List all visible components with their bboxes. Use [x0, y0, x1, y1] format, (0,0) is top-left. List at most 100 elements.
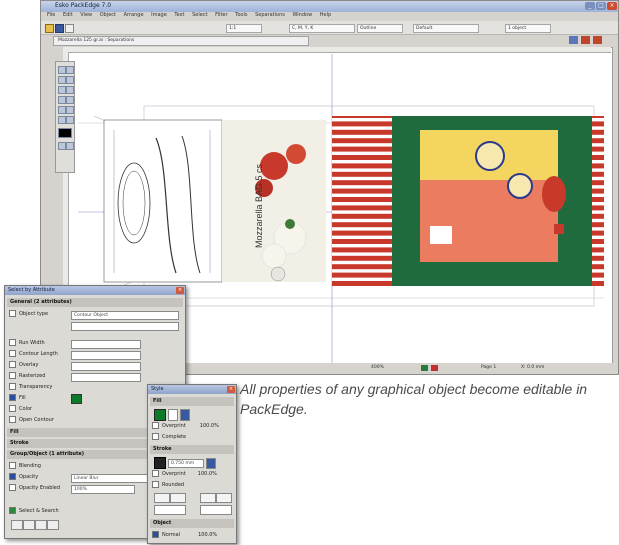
object-type-extra[interactable] — [71, 322, 179, 331]
nav-prev-icon[interactable] — [421, 365, 428, 371]
attribute-checkbox[interactable] — [9, 361, 16, 368]
text-tool-icon[interactable] — [66, 76, 74, 84]
stripe — [592, 134, 604, 139]
menu-view[interactable]: View — [80, 12, 92, 18]
attribute-checkbox[interactable] — [9, 416, 16, 423]
rectangle-tool-icon[interactable] — [58, 86, 66, 94]
stroke-overprint-checkbox[interactable] — [152, 470, 159, 477]
print-icon[interactable] — [65, 24, 74, 33]
close-button[interactable]: × — [607, 2, 617, 10]
style-section-fill: Fill — [150, 397, 234, 406]
menu-select[interactable]: Select — [192, 12, 207, 18]
stripe — [592, 269, 604, 273]
stroke-swatch[interactable] — [154, 457, 166, 469]
opacity-enabled-checkbox[interactable] — [9, 484, 16, 491]
nav-last-button[interactable] — [47, 520, 59, 530]
attribute-field[interactable] — [71, 362, 141, 371]
attribute-field[interactable] — [71, 373, 141, 382]
miter-limit-field[interactable] — [154, 505, 186, 515]
stripe — [592, 126, 604, 130]
menu-arrange[interactable]: Arrange — [124, 12, 144, 18]
view-mode-icon[interactable] — [569, 36, 578, 44]
rotate-tool-icon[interactable] — [58, 96, 66, 104]
stripe — [332, 244, 392, 248]
stroke-width-field[interactable]: 0.750 mm — [168, 459, 204, 468]
mode-select[interactable]: Outline — [357, 24, 403, 33]
dash-field[interactable] — [200, 505, 232, 515]
separations-tool-icon[interactable] — [66, 142, 74, 150]
opacity-amount-field[interactable]: 100% — [71, 485, 135, 494]
document-tab[interactable]: Mozzarella 125 gr.ai : Separations — [53, 36, 309, 46]
menu-window[interactable]: Window — [292, 12, 312, 18]
fill-gradient-icon[interactable] — [180, 409, 190, 421]
select-search-icon[interactable] — [9, 507, 16, 514]
attribute-checkbox[interactable] — [9, 339, 16, 346]
palette-close-button[interactable]: × — [227, 386, 235, 393]
zoom-field[interactable]: 1:1 — [226, 24, 262, 33]
menu-filter[interactable]: Filter — [215, 12, 227, 18]
maximize-button[interactable]: □ — [596, 2, 606, 10]
menu-image[interactable]: Image — [151, 12, 167, 18]
stripe — [332, 227, 392, 231]
ellipse-tool-icon[interactable] — [66, 86, 74, 94]
attribute-checkbox[interactable] — [9, 383, 16, 390]
object-type-checkbox[interactable] — [9, 310, 16, 317]
scale-tool-icon[interactable] — [66, 96, 74, 104]
stroke-style-icon[interactable] — [206, 458, 216, 469]
save-icon[interactable] — [55, 24, 64, 33]
nav-prev-button[interactable] — [23, 520, 35, 530]
menu-tools[interactable]: Tools — [235, 12, 247, 18]
select-tool-icon[interactable] — [58, 66, 66, 74]
section-general: General (2 attributes) — [7, 298, 183, 307]
stripe — [332, 252, 392, 256]
fill-overprint-checkbox[interactable] — [152, 422, 159, 429]
stroke-rounded-checkbox[interactable] — [152, 481, 159, 488]
direct-select-tool-icon[interactable] — [66, 66, 74, 74]
nav-next-icon[interactable] — [431, 365, 438, 371]
fill-complete-checkbox[interactable] — [152, 433, 159, 440]
fill-color-swatch[interactable] — [71, 394, 82, 404]
style-select[interactable]: Default — [413, 24, 479, 33]
attribute-checkbox[interactable] — [9, 350, 16, 357]
attribute-checkbox[interactable] — [9, 372, 16, 379]
cap-butt-icon[interactable] — [154, 493, 170, 503]
cap-round-icon[interactable] — [170, 493, 186, 503]
status-zoom[interactable]: 400% — [371, 365, 384, 370]
zoom-tool-icon[interactable] — [66, 116, 74, 124]
close-doc-icon[interactable] — [593, 36, 602, 44]
menu-text[interactable]: Text — [174, 12, 184, 18]
attribute-field[interactable] — [71, 351, 141, 360]
fill-checkbox[interactable] — [9, 394, 16, 401]
menu-separations[interactable]: Separations — [255, 12, 285, 18]
fill-swatch-icon[interactable] — [58, 128, 72, 138]
fill-swatch[interactable] — [154, 409, 166, 421]
nav-next-button[interactable] — [35, 520, 47, 530]
minimize-button[interactable]: _ — [585, 2, 595, 10]
opacity-checkbox[interactable] — [9, 473, 16, 480]
color-select[interactable]: C, M, Y, K — [289, 24, 355, 33]
knife-tool-icon[interactable] — [58, 106, 66, 114]
attribute-checkbox[interactable] — [9, 405, 16, 412]
open-icon[interactable] — [45, 24, 54, 33]
join-round-icon[interactable] — [216, 493, 232, 503]
pen-tool-icon[interactable] — [58, 76, 66, 84]
menu-edit[interactable]: Edit — [63, 12, 73, 18]
menu-object[interactable]: Object — [100, 12, 116, 18]
blending-checkbox[interactable] — [9, 462, 16, 469]
join-miter-icon[interactable] — [200, 493, 216, 503]
dialog-close-button[interactable]: × — [176, 287, 184, 294]
eyedropper-tool-icon[interactable] — [66, 106, 74, 114]
fill-none-icon[interactable] — [168, 409, 178, 421]
nav-first-button[interactable] — [11, 520, 23, 530]
object-blend-icon[interactable] — [152, 531, 159, 538]
object-type-select[interactable]: Contour Object — [71, 311, 179, 320]
layers-tool-icon[interactable] — [58, 142, 66, 150]
preview-icon[interactable] — [581, 36, 590, 44]
stripe — [592, 260, 604, 265]
menu-help[interactable]: Help — [320, 12, 331, 18]
stripe — [332, 143, 392, 147]
stripe — [332, 160, 392, 164]
attribute-field[interactable] — [71, 340, 141, 349]
hand-tool-icon[interactable] — [58, 116, 66, 124]
menu-file[interactable]: File — [47, 12, 55, 18]
